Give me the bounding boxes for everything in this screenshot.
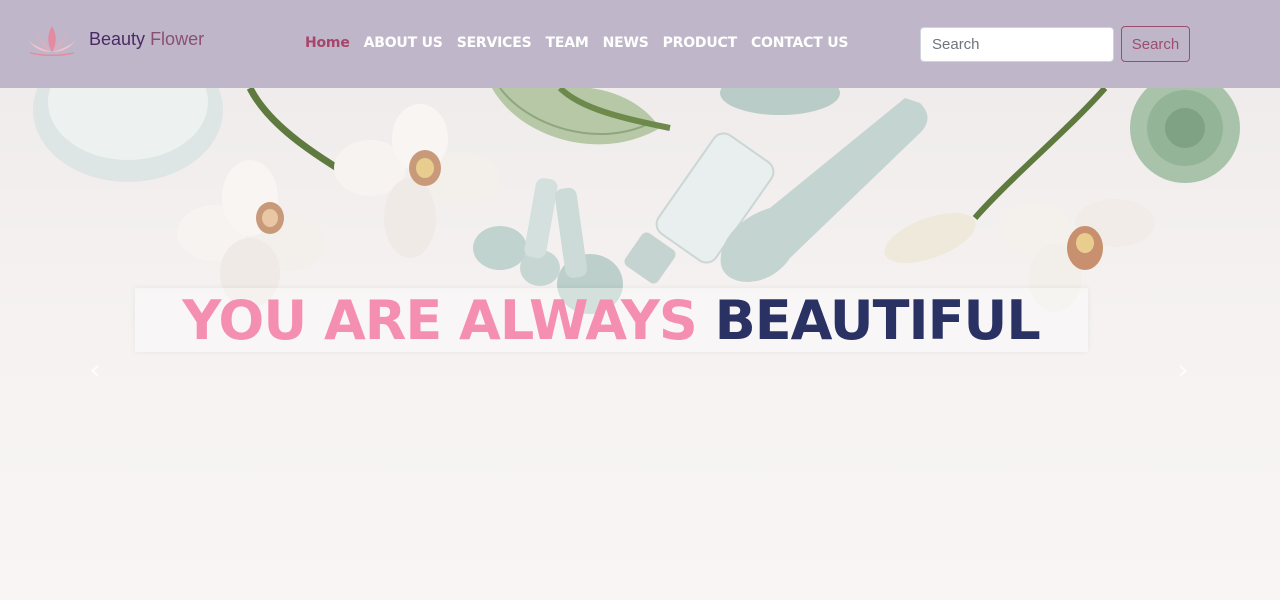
nav-services[interactable]: SERVICES [457,35,532,51]
hero-caption-part2: BEAUTIFUL [714,289,1041,352]
main-nav: Home ABOUT US SERVICES TEAM NEWS PRODUCT… [305,35,862,51]
nav-product[interactable]: PRODUCT [663,35,738,51]
hero-carousel: YOU ARE ALWAYS BEAUTIFUL ‹ › [0,88,1280,600]
carousel-next-button[interactable]: › [1163,350,1203,390]
chevron-left-icon: ‹ [89,353,101,386]
brand-name-part1: Beauty [89,28,146,49]
hero-caption: YOU ARE ALWAYS BEAUTIFUL [0,286,1222,356]
carousel-prev-button[interactable]: ‹ [75,350,115,390]
search-input[interactable] [920,27,1114,62]
chevron-right-icon: › [1177,353,1189,386]
nav-about-us[interactable]: ABOUT US [364,35,443,51]
nav-home[interactable]: Home [305,35,350,51]
brand-name: Beauty Flower [89,29,204,50]
nav-contact-us[interactable]: CONTACT US [751,35,849,51]
navbar: Beauty Flower Home ABOUT US SERVICES TEA… [0,0,1280,88]
search-button[interactable]: Search [1121,26,1190,62]
brand-link[interactable]: Beauty Flower [26,22,204,56]
lotus-icon [28,26,76,56]
hero-caption-part1: YOU ARE ALWAYS [182,289,698,352]
nav-news[interactable]: NEWS [603,35,649,51]
nav-team[interactable]: TEAM [545,35,588,51]
brand-name-part2: Flower [150,28,205,49]
